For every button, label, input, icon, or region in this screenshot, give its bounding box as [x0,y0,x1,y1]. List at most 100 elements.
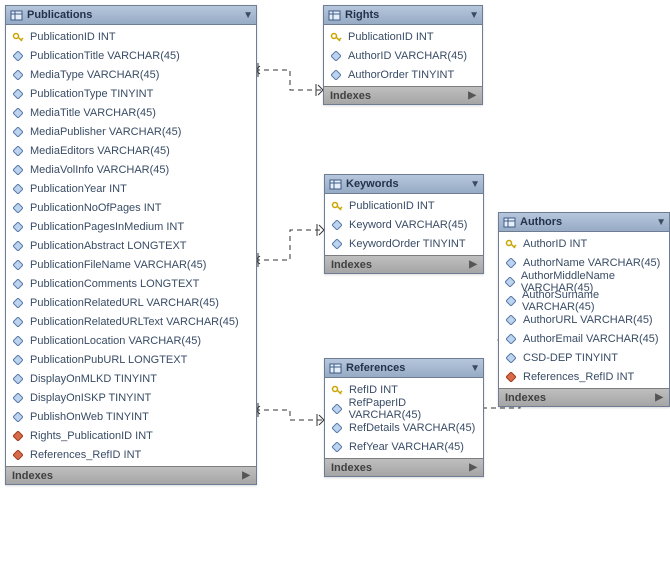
column-label: RefDetails VARCHAR(45) [349,422,475,434]
table-icon [9,8,23,22]
column-row[interactable]: AuthorID INT [499,234,669,253]
column-row[interactable]: PublicationPagesInMedium INT [6,217,256,236]
table-keywords[interactable]: Keywords▼ PublicationID INT Keyword VARCHA… [324,174,484,274]
key-icon [11,30,25,44]
column-row[interactable]: PublicationRelatedURLText VARCHAR(45) [6,312,256,331]
column-row[interactable]: KeywordOrder TINYINT [325,234,483,253]
expand-arrow-icon[interactable]: ▶ [468,90,476,101]
column-label: PublicationTitle VARCHAR(45) [30,50,180,62]
column-diamond-icon [330,402,344,416]
column-row[interactable]: Keyword VARCHAR(45) [325,215,483,234]
column-row[interactable]: PublicationRelatedURL VARCHAR(45) [6,293,256,312]
column-row[interactable]: PublicationFileName VARCHAR(45) [6,255,256,274]
key-icon [330,199,344,213]
collapse-arrow-icon[interactable]: ▼ [243,10,253,21]
column-row[interactable]: MediaTitle VARCHAR(45) [6,103,256,122]
table-publications[interactable]: Publications▼ PublicationID INT Publicatio… [5,5,257,485]
indexes-section[interactable]: Indexes▶ [325,255,483,273]
column-row[interactable]: PublicationTitle VARCHAR(45) [6,46,256,65]
table-header[interactable]: Authors▼ [499,213,669,232]
column-row[interactable]: AuthorOrder TINYINT [324,65,482,84]
column-diamond-icon [11,220,25,234]
column-diamond-icon [330,218,344,232]
column-diamond-icon [329,68,343,82]
column-row[interactable]: DisplayOnISKP TINYINT [6,388,256,407]
indexes-section[interactable]: Indexes▶ [499,388,669,406]
column-row[interactable]: References_RefID INT [499,367,669,386]
column-row[interactable]: DisplayOnMLKD TINYINT [6,369,256,388]
key-icon [330,383,344,397]
table-header[interactable]: Keywords▼ [325,175,483,194]
column-label: PublicationPubURL LONGTEXT [30,354,187,366]
column-diamond-icon [504,275,516,289]
indexes-section[interactable]: Indexes▶ [324,86,482,104]
column-label: AuthorID INT [523,238,587,250]
column-row[interactable]: PublicationPubURL LONGTEXT [6,350,256,369]
column-label: References_RefID INT [30,449,141,461]
column-row[interactable]: Rights_PublicationID INT [6,426,256,445]
column-diamond-icon [11,49,25,63]
column-row[interactable]: CSD-DEP TINYINT [499,348,669,367]
table-title: Keywords [346,178,470,190]
expand-arrow-icon[interactable]: ▶ [655,392,663,403]
expand-arrow-icon[interactable]: ▶ [469,462,477,473]
column-row[interactable]: AuthorEmail VARCHAR(45) [499,329,669,348]
column-row[interactable]: PublishOnWeb TINYINT [6,407,256,426]
column-row[interactable]: MediaVolInfo VARCHAR(45) [6,160,256,179]
column-label: MediaPublisher VARCHAR(45) [30,126,181,138]
table-title: Publications [27,9,243,21]
table-header[interactable]: Rights▼ [324,6,482,25]
collapse-arrow-icon[interactable]: ▼ [656,217,666,228]
indexes-section[interactable]: Indexes▶ [325,458,483,476]
collapse-arrow-icon[interactable]: ▼ [470,179,480,190]
expand-arrow-icon[interactable]: ▶ [242,470,250,481]
column-row[interactable]: PublicationID INT [324,27,482,46]
column-row[interactable]: MediaPublisher VARCHAR(45) [6,122,256,141]
column-row[interactable]: PublicationAbstract LONGTEXT [6,236,256,255]
column-row[interactable]: PublicationID INT [325,196,483,215]
column-row[interactable]: PublicationType TINYINT [6,84,256,103]
column-row[interactable]: AuthorSurname VARCHAR(45) [499,291,669,310]
table-icon [502,215,516,229]
collapse-arrow-icon[interactable]: ▼ [470,363,480,374]
column-diamond-icon [11,106,25,120]
column-row[interactable]: PublicationLocation VARCHAR(45) [6,331,256,350]
column-row[interactable]: PublicationComments LONGTEXT [6,274,256,293]
column-label: AuthorName VARCHAR(45) [523,257,660,269]
column-label: Rights_PublicationID INT [30,430,153,442]
column-label: PublicationID INT [349,200,435,212]
column-row[interactable]: PublicationID INT [6,27,256,46]
table-authors[interactable]: Authors▼ AuthorID INT AuthorName VARCHAR(4… [498,212,670,407]
column-row[interactable]: References_RefID INT [6,445,256,464]
column-diamond-icon [504,313,518,327]
table-references[interactable]: References▼RefID INTRefPaperID VARCHAR(4… [324,358,484,477]
column-diamond-icon [11,258,25,272]
column-label: RefYear VARCHAR(45) [349,441,464,453]
column-row[interactable]: MediaEditors VARCHAR(45) [6,141,256,160]
column-label: RefPaperID VARCHAR(45) [349,397,478,421]
column-row[interactable]: PublicationYear INT [6,179,256,198]
column-label: PublicationFileName VARCHAR(45) [30,259,206,271]
table-rights[interactable]: Rights▼ PublicationID INTAuthorID VARCHAR… [323,5,483,105]
indexes-section[interactable]: Indexes▶ [6,466,256,484]
column-row[interactable]: RefDetails VARCHAR(45) [325,418,483,437]
column-label: KeywordOrder TINYINT [349,238,466,250]
column-diamond-icon [11,201,25,215]
indexes-label: Indexes [330,90,468,102]
table-header[interactable]: Publications▼ [6,6,256,25]
table-header[interactable]: References▼ [325,359,483,378]
column-label: AuthorOrder TINYINT [348,69,454,81]
column-row[interactable]: PublicationNoOfPages INT [6,198,256,217]
expand-arrow-icon[interactable]: ▶ [469,259,477,270]
column-row[interactable]: RefPaperID VARCHAR(45) [325,399,483,418]
column-label: MediaVolInfo VARCHAR(45) [30,164,169,176]
column-row[interactable]: RefYear VARCHAR(45) [325,437,483,456]
column-diamond-icon [11,163,25,177]
column-row[interactable]: AuthorID VARCHAR(45) [324,46,482,65]
column-label: DisplayOnISKP TINYINT [30,392,151,404]
column-diamond-icon [330,421,344,435]
collapse-arrow-icon[interactable]: ▼ [469,10,479,21]
column-diamond-icon [504,294,517,308]
column-row[interactable]: MediaType VARCHAR(45) [6,65,256,84]
column-row[interactable]: AuthorURL VARCHAR(45) [499,310,669,329]
